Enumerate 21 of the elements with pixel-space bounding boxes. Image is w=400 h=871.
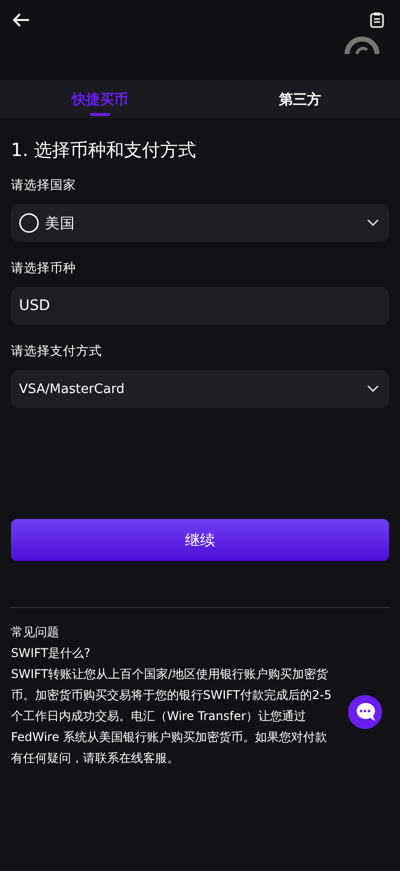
dropdown-field[interactable]: 美国 [11,204,389,242]
field-label: 请选择币种 [11,260,77,277]
document-icon [370,12,384,28]
section-title: 1. 选择币种和支付方式 [11,139,197,162]
field-value: VSA/MasterCard [19,382,126,396]
dropdown-field[interactable]: VSA/MasterCard [11,370,389,408]
field-label: 请选择国家 [11,177,77,194]
chat-button[interactable] [348,695,382,729]
chevron-down-icon [367,219,379,227]
field-label: 请选择支付方式 [11,343,103,360]
tab[interactable]: 第三方 [200,80,400,118]
input-field[interactable]: USD [11,287,389,325]
faq-question: SWIFT是什么? [11,645,92,662]
chat-bubble-icon [354,702,376,722]
faq-answer: SWIFT转账让您从上百个国家/地区使用银行账户购买加密货币。加密货币购买交易将于您的银行SWIFT付款完成后的2-5个工作日内成功交易。电汇（Wire Transfer）让您通过FedWire 系统从美国银行账户购买加密货币。如果您对付款有任何疑问，请联系在线客服。 [11,666,333,767]
continue-button[interactable]: 继续 [11,519,389,561]
field-value: 美国 [45,214,76,232]
faq-title: 常见问题 [11,624,60,641]
chevron-down-icon [367,385,379,393]
field-value: USD [19,298,51,314]
back-arrow-icon [12,12,30,28]
